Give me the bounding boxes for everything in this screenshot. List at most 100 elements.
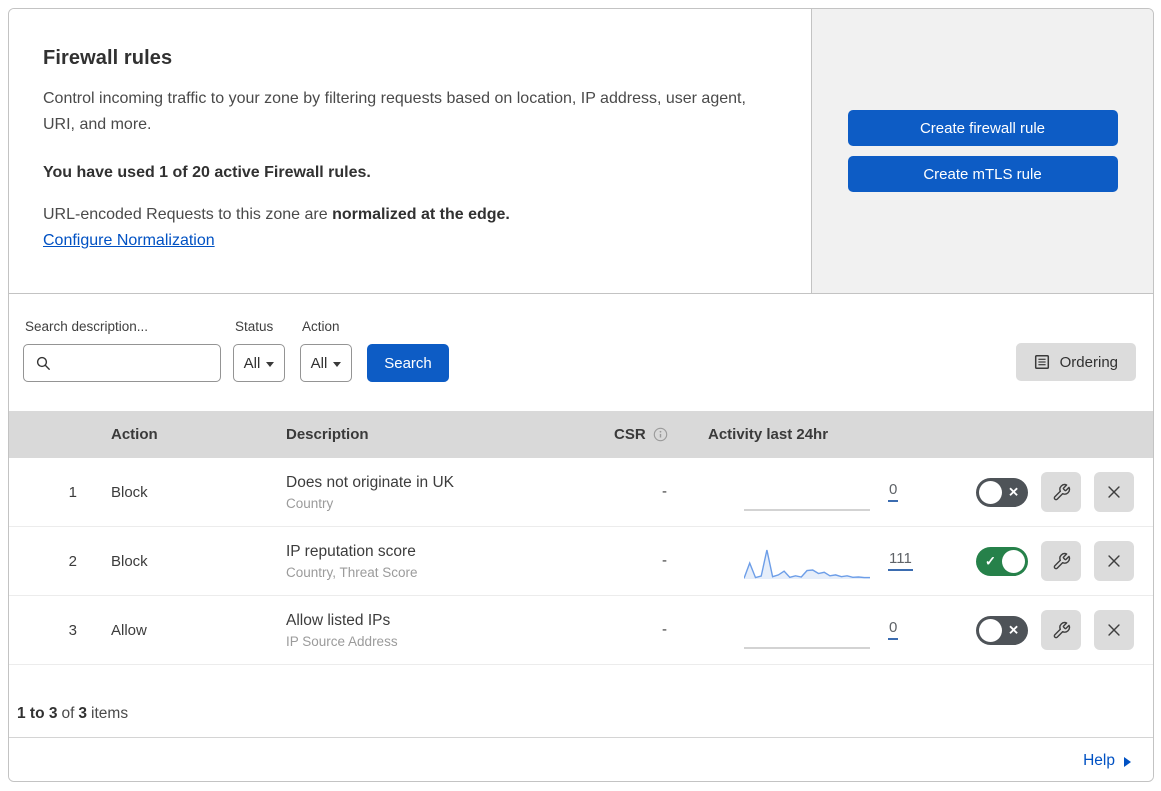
ordering-button-label: Ordering (1059, 353, 1118, 371)
chevron-down-icon (333, 361, 342, 367)
toggle-state-icon: ✕ (1008, 622, 1019, 638)
activity-count-link[interactable]: 111 (888, 551, 913, 571)
search-input[interactable] (58, 345, 216, 381)
help-link-label: Help (1083, 751, 1115, 769)
toggle-knob (1002, 549, 1025, 573)
status-label: Status (235, 319, 274, 334)
search-box (23, 344, 221, 382)
normalization-prefix: URL-encoded Requests to this zone are (43, 206, 328, 223)
page-description: Control incoming traffic to your zone by… (43, 90, 746, 133)
rule-description: Does not originate in UK (286, 473, 455, 491)
table-row: 2 Block IP reputation score Country, Thr… (9, 527, 1153, 596)
delete-rule-button[interactable] (1094, 610, 1134, 650)
rule-enabled-toggle[interactable]: ✕ (976, 615, 1028, 645)
panel-header-section: Firewall rules Control incoming traffic … (9, 9, 1153, 294)
toggle-state-icon: ✕ (1008, 484, 1019, 500)
activity-sparkline (743, 548, 870, 582)
rule-description-cell: Allow listed IPs IP Source Address (278, 612, 598, 649)
search-icon (36, 356, 50, 370)
arrow-right-icon (1124, 756, 1131, 767)
action-filter-group: Action All (300, 319, 352, 411)
status-filter-group: Status All (233, 319, 285, 411)
status-dropdown-value: All (243, 354, 261, 372)
delete-rule-button[interactable] (1094, 472, 1134, 512)
description-column-header: Description (286, 426, 369, 443)
close-icon (1108, 486, 1120, 498)
toggle-state-icon: ✓ (985, 553, 996, 569)
items-range: 1 to 3 (17, 705, 58, 722)
action-dropdown-value: All (310, 354, 328, 372)
activity-count-link[interactable]: 0 (888, 620, 899, 640)
table-row: 3 Allow Allow listed IPs IP Source Addre… (9, 596, 1153, 665)
rule-priority: 2 (68, 552, 77, 570)
rule-enabled-toggle[interactable]: ✓ (976, 546, 1028, 576)
rule-action: Block (111, 552, 148, 570)
usage-note: You have used 1 of 20 active Firewall ru… (43, 164, 371, 181)
list-icon (1034, 354, 1049, 370)
rule-enabled-toggle[interactable]: ✕ (976, 477, 1028, 507)
edit-rule-button[interactable] (1041, 610, 1081, 650)
ordering-button[interactable]: Ordering (1015, 343, 1136, 381)
csr-value: - (662, 621, 667, 638)
normalization-note: URL-encoded Requests to this zone are no… (43, 206, 771, 224)
action-dropdown[interactable]: All (300, 344, 352, 382)
panel-header-text: Firewall rules Control incoming traffic … (9, 9, 811, 293)
create-mtls-rule-button[interactable]: Create mTLS rule (847, 156, 1118, 192)
activity-cell: 0 (708, 471, 923, 513)
rule-description-cell: Does not originate in UK Country (278, 474, 598, 511)
toggle-knob (979, 618, 1002, 642)
rule-criteria: Country (286, 495, 334, 511)
table-row: 1 Block Does not originate in UK Country… (9, 458, 1153, 527)
activity-sparkline (744, 479, 870, 513)
configure-normalization-link[interactable]: Configure Normalization (43, 232, 215, 250)
rule-description-cell: IP reputation score Country, Threat Scor… (278, 543, 598, 580)
create-firewall-rule-button[interactable]: Create firewall rule (847, 110, 1118, 146)
help-bar: Help (9, 738, 1153, 781)
chevron-down-icon (266, 361, 275, 367)
rule-priority: 3 (68, 621, 77, 639)
rule-controls: ✓ (923, 541, 1153, 581)
help-link[interactable]: Help (1083, 752, 1131, 770)
rule-criteria: Country, Threat Score (286, 564, 418, 580)
search-button[interactable]: Search (367, 344, 449, 382)
search-group: Search description... (23, 319, 221, 411)
activity-column-header: Activity last 24hr (708, 426, 829, 443)
rule-priority: 1 (68, 483, 77, 501)
csr-value: - (662, 552, 667, 569)
normalization-bold: normalized at the edge. (332, 206, 510, 223)
wrench-icon (1053, 621, 1070, 638)
activity-cell: 0 (708, 609, 923, 651)
activity-sparkline (744, 617, 870, 651)
activity-count-link[interactable]: 0 (888, 482, 899, 502)
firewall-rules-panel: Firewall rules Control incoming traffic … (8, 8, 1154, 782)
page-title: Firewall rules (43, 47, 173, 69)
csr-value: - (662, 483, 667, 500)
activity-cell: 111 (708, 540, 923, 582)
panel-actions-section: Create firewall rule Create mTLS rule (811, 9, 1153, 293)
search-button-group: Search (367, 319, 449, 411)
rule-criteria: IP Source Address (286, 633, 398, 649)
pagination-summary: 1 to 3 of 3 items (9, 665, 1153, 738)
rule-controls: ✕ (923, 610, 1153, 650)
status-dropdown[interactable]: All (233, 344, 285, 382)
rule-controls: ✕ (923, 472, 1153, 512)
items-total: 3 (78, 705, 88, 722)
wrench-icon (1053, 552, 1070, 569)
toggle-knob (979, 480, 1002, 504)
search-label: Search description... (25, 319, 149, 334)
rule-description: IP reputation score (286, 542, 416, 560)
action-label: Action (302, 319, 340, 334)
rule-action: Allow (111, 621, 147, 639)
close-icon (1108, 555, 1120, 567)
items-label: items (91, 705, 129, 722)
delete-rule-button[interactable] (1094, 541, 1134, 581)
items-of-label: of (61, 705, 75, 722)
edit-rule-button[interactable] (1041, 541, 1081, 581)
table-header-row: Action Description CSR Activity last 24h… (9, 411, 1153, 458)
edit-rule-button[interactable] (1041, 472, 1081, 512)
rule-action: Block (111, 483, 148, 501)
info-icon[interactable] (653, 427, 668, 442)
close-icon (1108, 624, 1120, 636)
wrench-icon (1053, 483, 1070, 500)
filter-bar: Search description... Status All Action … (9, 294, 1153, 411)
